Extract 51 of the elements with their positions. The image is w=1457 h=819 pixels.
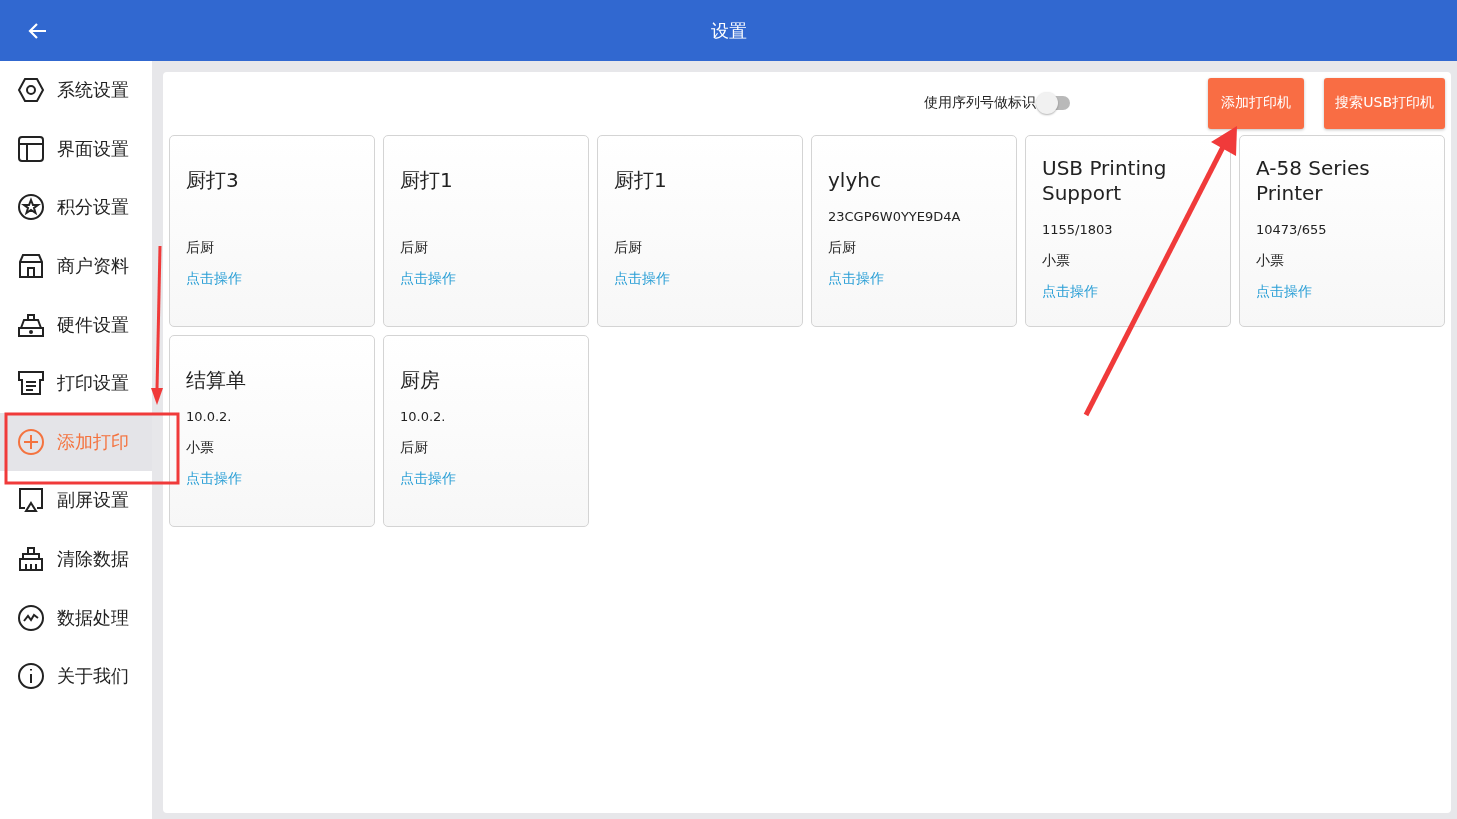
printer-detail: 10473/655 <box>1256 220 1328 239</box>
hexagon-icon <box>17 76 45 105</box>
screen-icon <box>17 486 45 515</box>
back-arrow-icon[interactable] <box>28 21 48 41</box>
printer-name: 结算单 <box>186 368 247 393</box>
printer-type: 后厨 <box>614 238 643 257</box>
printer-detail: 1155/1803 <box>1042 220 1114 239</box>
printer-name: 厨打3 <box>186 168 240 193</box>
printer-card[interactable]: ylyhc 23CGP6W0YYE9D4A 后厨 点击操作 <box>811 135 1017 327</box>
sidebar-item[interactable]: 商户资料 <box>0 236 152 296</box>
sidebar-item[interactable]: 副屏设置 <box>0 471 152 530</box>
sidebar-item[interactable]: 硬件设置 <box>0 295 152 354</box>
printer-detail: 10.0.2. <box>400 408 447 426</box>
sidebar-item[interactable]: 积分设置 <box>0 178 152 237</box>
printer-type: 小票 <box>186 438 215 457</box>
sidebar-item[interactable]: 界面设置 <box>0 119 152 179</box>
printer-name: A-58 Series Printer <box>1256 155 1371 206</box>
printer-name: 厨打1 <box>400 168 454 193</box>
printer-name: ylyhc <box>828 168 882 193</box>
printer-type: 小票 <box>1042 250 1071 270</box>
page-title: 设置 <box>710 18 747 43</box>
printer-type: 后厨 <box>400 238 429 257</box>
printer-card[interactable]: 厨打1 后厨 点击操作 <box>597 135 803 327</box>
sidebar-item[interactable]: 系统设置 <box>0 61 152 120</box>
sidebar-item[interactable]: 关于我们 <box>0 646 152 706</box>
printer-type: 小票 <box>1256 250 1285 270</box>
printer-detail: 23CGP6W0YYE9D4A <box>828 208 962 226</box>
broom-icon <box>17 545 45 574</box>
printer-name: USB Printing Support <box>1042 155 1168 206</box>
printer-card[interactable]: 厨打3 后厨 点击操作 <box>169 135 375 327</box>
printer-card[interactable]: 厨打1 后厨 点击操作 <box>383 135 589 327</box>
store-icon <box>17 252 45 281</box>
printer-name: 厨房 <box>400 368 441 393</box>
sidebar-item[interactable]: 清除数据 <box>0 529 152 589</box>
layout-icon <box>17 134 45 163</box>
printer-card[interactable]: USB Printing Support 1155/1803 小票 点击操作 <box>1025 135 1231 327</box>
printer-type: 后厨 <box>400 438 429 457</box>
printer-icon <box>17 369 45 398</box>
sidebar-item[interactable]: 打印设置 <box>0 353 152 413</box>
info-icon <box>17 662 45 691</box>
printer-card[interactable]: A-58 Series Printer 10473/655 小票 点击操作 <box>1239 135 1445 327</box>
toggle-label: 使用序列号做标识 <box>924 94 1037 112</box>
plus-circle-icon <box>17 427 45 456</box>
printer-detail: 10.0.2. <box>186 408 233 426</box>
printer-type: 后厨 <box>186 238 215 257</box>
printer-card[interactable]: 厨房 10.0.2. 后厨 点击操作 <box>383 335 589 527</box>
sidebar-item[interactable]: 数据处理 <box>0 588 152 647</box>
printer-name: 厨打1 <box>614 168 668 193</box>
printer-type: 后厨 <box>828 238 857 257</box>
printer-card[interactable]: 结算单 10.0.2. 小票 点击操作 <box>169 335 375 527</box>
chart-circle-icon <box>17 603 45 632</box>
